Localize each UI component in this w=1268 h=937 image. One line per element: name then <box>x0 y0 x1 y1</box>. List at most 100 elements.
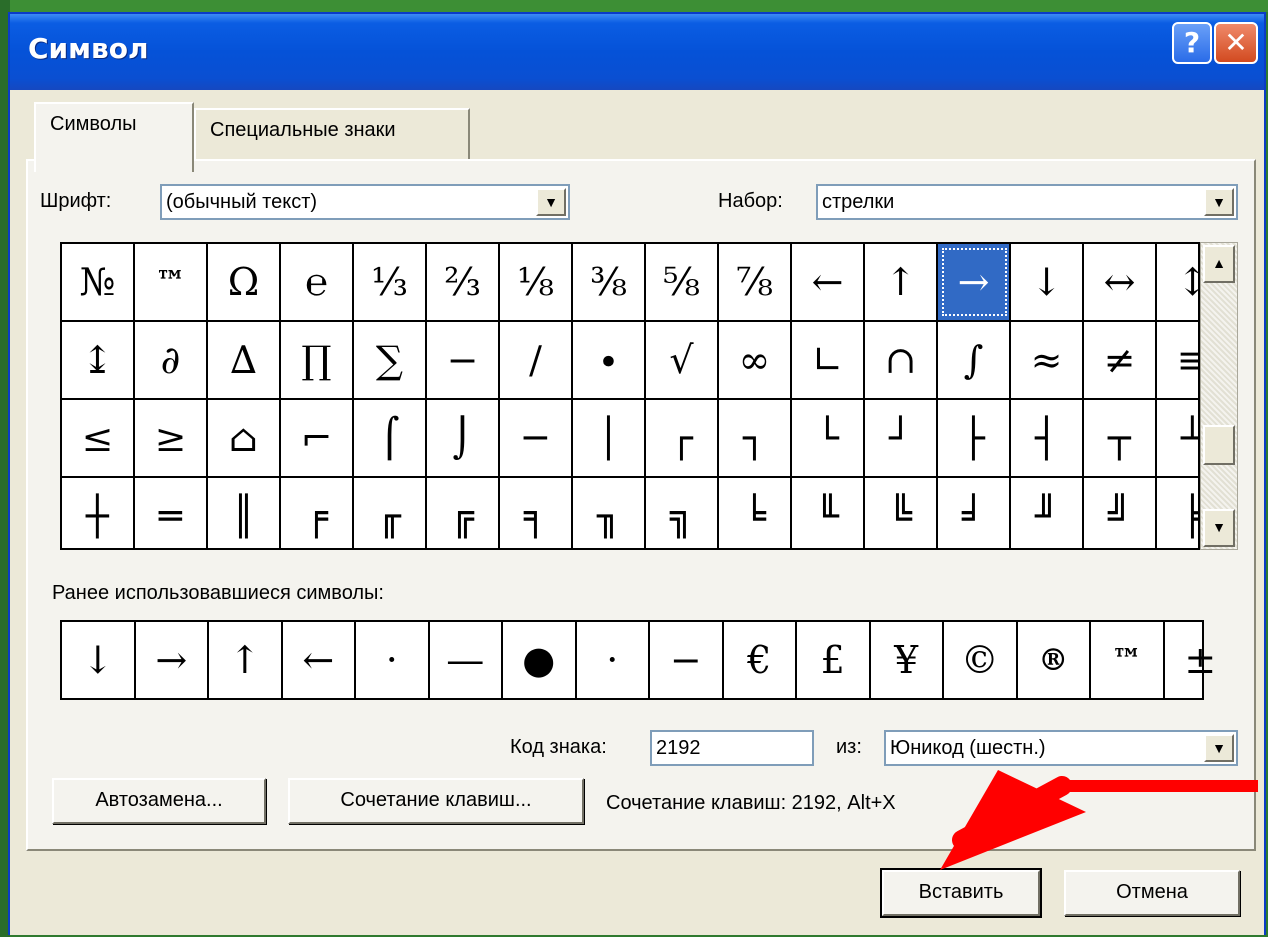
symbol-cell[interactable]: ╕ <box>500 478 573 548</box>
symbol-cell[interactable]: ┤ <box>1011 400 1084 476</box>
from-select[interactable]: Юникод (шестн.) ▼ <box>884 730 1238 766</box>
symbol-cell[interactable]: ╒ <box>281 478 354 548</box>
symbol-cell[interactable]: ≡ <box>1157 322 1198 398</box>
recent-symbol-cell[interactable]: € <box>724 622 797 698</box>
symbol-cell[interactable]: ┘ <box>865 400 938 476</box>
symbol-cell[interactable]: ╛ <box>938 478 1011 548</box>
symbol-cell[interactable]: → <box>938 244 1011 320</box>
recent-symbol-cell[interactable]: £ <box>797 622 871 698</box>
symbol-cell[interactable]: ╞ <box>1157 478 1198 548</box>
symbol-cell[interactable]: ℮ <box>281 244 354 320</box>
symbol-cell[interactable]: ↕ <box>1157 244 1198 320</box>
tab-special-chars[interactable]: Специальные знаки <box>194 108 470 160</box>
symbol-cell[interactable]: ∏ <box>281 322 354 398</box>
subset-select[interactable]: стрелки ▼ <box>816 184 1238 220</box>
symbol-cell[interactable]: ⅜ <box>573 244 646 320</box>
symbol-cell[interactable]: ╓ <box>354 478 427 548</box>
symbol-cell[interactable]: ┌ <box>646 400 719 476</box>
symbol-cell[interactable]: ⌂ <box>208 400 281 476</box>
title-bar[interactable]: Символ ? ✕ <box>10 14 1264 90</box>
recent-symbol-cell[interactable]: ± <box>1165 622 1237 698</box>
symbol-cell[interactable]: └ <box>792 400 865 476</box>
grid-scrollbar[interactable]: ▲ ▼ <box>1200 242 1238 550</box>
chevron-down-icon[interactable]: ▼ <box>536 188 566 216</box>
recent-symbol-cell[interactable]: — <box>430 622 503 698</box>
symbol-cell[interactable]: ═ <box>135 478 208 548</box>
symbol-cell[interactable]: ⅔ <box>427 244 500 320</box>
recent-symbol-cell[interactable]: ← <box>283 622 356 698</box>
symbol-cell[interactable]: ∕ <box>500 322 573 398</box>
cancel-button[interactable]: Отмена <box>1064 870 1240 916</box>
symbol-cell[interactable]: ⅛ <box>500 244 573 320</box>
chevron-down-icon[interactable]: ▼ <box>1204 188 1234 216</box>
symbol-cell[interactable]: │ <box>573 400 646 476</box>
symbol-cell[interactable]: ╗ <box>646 478 719 548</box>
recent-symbol-cell[interactable]: · <box>356 622 430 698</box>
symbol-cell[interactable]: ⅝ <box>646 244 719 320</box>
symbol-cell[interactable]: ∞ <box>719 322 792 398</box>
scroll-up-icon[interactable]: ▲ <box>1203 245 1235 283</box>
recent-symbol-cell[interactable]: ↑ <box>209 622 283 698</box>
help-icon[interactable]: ? <box>1172 22 1212 64</box>
char-code-input[interactable]: 2192 <box>650 730 814 766</box>
recent-symbol-cell[interactable]: ¥ <box>871 622 944 698</box>
symbol-cell[interactable]: ↨ <box>62 322 135 398</box>
symbol-cell[interactable]: ⌠ <box>354 400 427 476</box>
tab-symbols[interactable]: Символы <box>34 102 194 172</box>
symbol-cell[interactable]: ╙ <box>792 478 865 548</box>
chevron-down-icon[interactable]: ▼ <box>1204 734 1234 762</box>
scroll-down-icon[interactable]: ▼ <box>1203 509 1235 547</box>
autocorrect-button[interactable]: Автозамена... <box>52 778 266 824</box>
symbol-cell[interactable]: ∙ <box>573 322 646 398</box>
symbol-cell[interactable]: ⅞ <box>719 244 792 320</box>
symbol-cell[interactable]: ≈ <box>1011 322 1084 398</box>
recent-symbol-cell[interactable]: ® <box>1018 622 1091 698</box>
insert-button[interactable]: Вставить <box>880 868 1042 918</box>
symbol-cell[interactable]: ╝ <box>1084 478 1157 548</box>
symbol-cell[interactable]: ← <box>792 244 865 320</box>
symbol-cell[interactable]: Ω <box>208 244 281 320</box>
symbol-cell[interactable]: ┐ <box>719 400 792 476</box>
symbol-cell[interactable]: ⌐ <box>281 400 354 476</box>
scroll-thumb[interactable] <box>1203 425 1235 465</box>
symbol-cell[interactable]: ╖ <box>573 478 646 548</box>
symbol-cell[interactable]: ┼ <box>62 478 135 548</box>
symbol-cell[interactable]: ∂ <box>135 322 208 398</box>
symbol-cell[interactable]: ║ <box>208 478 281 548</box>
recent-symbol-cell[interactable]: ● <box>503 622 577 698</box>
symbol-cell[interactable]: ≠ <box>1084 322 1157 398</box>
recent-symbol-cell[interactable]: → <box>136 622 209 698</box>
symbol-cell[interactable]: ™ <box>135 244 208 320</box>
symbol-cell[interactable]: ∑ <box>354 322 427 398</box>
symbol-cell[interactable]: ╔ <box>427 478 500 548</box>
symbol-cell[interactable]: ∟ <box>792 322 865 398</box>
symbol-cell[interactable]: ┴ <box>1157 400 1198 476</box>
symbol-cell[interactable]: ─ <box>500 400 573 476</box>
shortcut-key-button[interactable]: Сочетание клавиш... <box>288 778 584 824</box>
symbol-cell[interactable]: ≥ <box>135 400 208 476</box>
symbol-cell[interactable]: ├ <box>938 400 1011 476</box>
symbol-cell[interactable]: ╘ <box>719 478 792 548</box>
symbol-cell[interactable]: ╜ <box>1011 478 1084 548</box>
symbol-cell[interactable]: ╚ <box>865 478 938 548</box>
symbol-cell[interactable]: ↓ <box>1011 244 1084 320</box>
symbol-cell[interactable]: √ <box>646 322 719 398</box>
close-icon[interactable]: ✕ <box>1214 22 1258 64</box>
symbol-cell[interactable]: ↑ <box>865 244 938 320</box>
symbol-cell[interactable]: ≤ <box>62 400 135 476</box>
recent-symbol-cell[interactable]: © <box>944 622 1018 698</box>
symbol-cell[interactable]: № <box>62 244 135 320</box>
symbol-cell[interactable]: ⌡ <box>427 400 500 476</box>
recent-symbol-cell[interactable]: · <box>577 622 650 698</box>
font-select[interactable]: (обычный текст) ▼ <box>160 184 570 220</box>
symbol-cell[interactable]: ┬ <box>1084 400 1157 476</box>
symbol-cell[interactable]: ↔ <box>1084 244 1157 320</box>
symbol-cell[interactable]: ∆ <box>208 322 281 398</box>
symbol-cell[interactable]: ∩ <box>865 322 938 398</box>
symbol-cell[interactable]: ⅓ <box>354 244 427 320</box>
recent-symbol-cell[interactable]: − <box>650 622 724 698</box>
symbol-cell[interactable]: − <box>427 322 500 398</box>
recent-symbol-cell[interactable]: ↓ <box>62 622 136 698</box>
symbol-cell[interactable]: ∫ <box>938 322 1011 398</box>
recent-symbol-cell[interactable]: ™ <box>1091 622 1165 698</box>
